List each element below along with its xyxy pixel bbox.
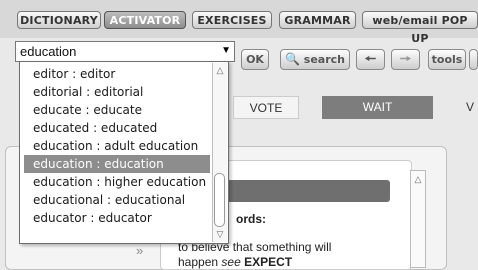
dropdown-option[interactable]: educate : educate [24, 101, 210, 119]
strip-wait[interactable]: WAIT [322, 96, 433, 119]
see-text: see [221, 255, 241, 269]
top-tab-bar: DICTIONARY ACTIVATOR EXERCISES GRAMMAR w… [0, 0, 478, 45]
card-heading: ords: [236, 212, 266, 226]
search-button-label: search [303, 53, 346, 66]
dropdown-option[interactable]: editor : editor [24, 65, 210, 83]
card-header-bar [226, 180, 390, 202]
card-definition-line2: happen see EXPECT [178, 255, 292, 269]
tab-exercises[interactable]: EXERCISES [192, 11, 272, 29]
strip-cut[interactable]: V [462, 96, 478, 119]
dropdown-option[interactable]: editorial : editorial [24, 83, 210, 101]
tab-grammar[interactable]: GRAMMAR [279, 11, 356, 29]
dropdown-option[interactable]: education : higher education [24, 173, 210, 191]
dropdown-option[interactable]: educational : educational [24, 191, 210, 209]
arrow-right-icon: 🠖 [399, 52, 412, 67]
tools-button[interactable]: tools [428, 49, 466, 70]
panel-scrollbar[interactable]: △ [410, 170, 426, 268]
search-button[interactable]: 🔍 search [280, 49, 350, 70]
scroll-down-icon[interactable]: ▽ [214, 228, 226, 240]
scroll-up-icon[interactable]: △ [412, 173, 424, 185]
forward-arrow-button[interactable]: 🠖 [391, 49, 420, 70]
extra-button[interactable] [469, 49, 478, 70]
back-arrow-button[interactable]: 🠔 [356, 49, 385, 70]
tab-activator[interactable]: ACTIVATOR [104, 11, 186, 29]
dropdown-option[interactable]: educated : educated [24, 119, 210, 137]
suggestion-dropdown[interactable]: editor : editor editorial : editorial ed… [19, 61, 229, 244]
definition-text: happen [178, 255, 219, 269]
ok-button[interactable]: OK [241, 49, 269, 70]
strip-vote[interactable]: VOTE [233, 96, 299, 119]
tab-dictionary[interactable]: DICTIONARY [17, 11, 101, 29]
dropdown-option[interactable]: educator : educator [24, 209, 210, 227]
dropdown-option[interactable]: education : adult education [24, 137, 210, 155]
arrow-left-icon: 🠔 [364, 52, 377, 67]
dropdown-option-selected[interactable]: education : education [24, 155, 210, 173]
dropdown-arrow-icon[interactable]: ▼ [221, 45, 231, 56]
scroll-up-icon[interactable]: △ [214, 64, 226, 76]
search-combobox[interactable]: education ▼ [15, 41, 235, 62]
magnifier-icon: 🔍 [285, 52, 300, 66]
scroll-thumb[interactable] [214, 173, 225, 227]
dropdown-scrollbar[interactable]: △ ▽ [212, 63, 227, 242]
double-chevron-icon: » [136, 243, 144, 258]
expect-link[interactable]: EXPECT [244, 255, 292, 269]
search-input[interactable]: education [20, 44, 76, 59]
tab-web-email-popup[interactable]: web/email POP UP [362, 11, 478, 45]
